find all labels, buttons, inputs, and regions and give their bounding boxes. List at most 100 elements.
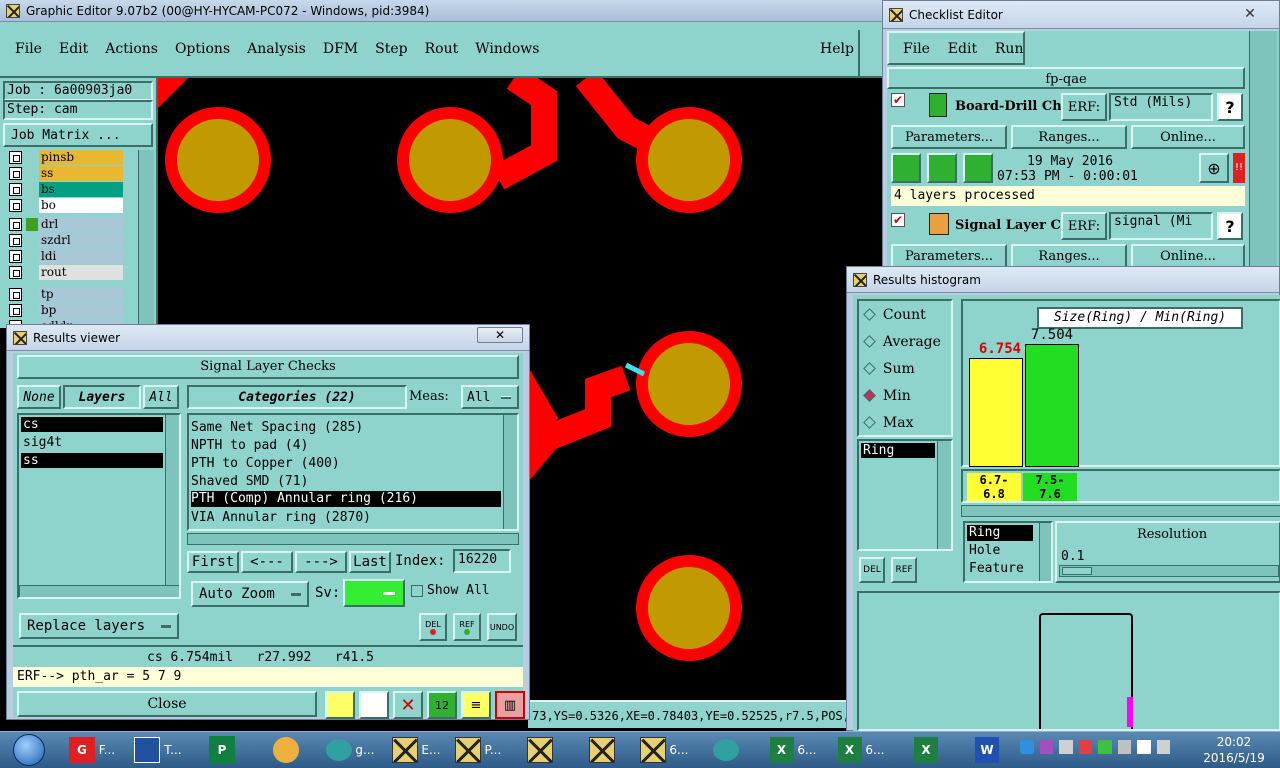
resolution-slider[interactable]: [1059, 565, 1279, 577]
job-matrix-button[interactable]: Job Matrix ...: [3, 123, 153, 147]
cl-menu-run[interactable]: Run: [995, 41, 1024, 57]
result-layer-sig4t[interactable]: sig4t: [23, 435, 62, 450]
tray-icon[interactable]: [1078, 740, 1092, 754]
layer-row-ss[interactable]: ss: [9, 166, 123, 181]
check2-help-button[interactable]: ?: [1217, 212, 1243, 240]
check2-online-button[interactable]: Online...: [1131, 244, 1245, 268]
check2-erf-button[interactable]: ERF:: [1061, 212, 1107, 240]
taskbar-item[interactable]: X 6...: [828, 731, 894, 768]
taskbar-item[interactable]: 6...: [634, 731, 694, 768]
chart-h-scrollbar[interactable]: [961, 505, 1280, 517]
zoom-in-icon[interactable]: ⊕: [1199, 153, 1229, 183]
layer-row-drl[interactable]: drl: [9, 217, 123, 232]
attr-list-scrollbar[interactable]: [937, 441, 951, 549]
menu-step[interactable]: Step: [375, 41, 407, 57]
report-icon[interactable]: ≡: [461, 691, 491, 719]
checklist-scrollbar[interactable]: [1249, 31, 1277, 269]
flag-icon[interactable]: [325, 691, 355, 719]
check2-checkbox[interactable]: ✔: [891, 213, 905, 227]
layer-row-bp[interactable]: bp: [9, 303, 123, 318]
taskbar-item[interactable]: [572, 731, 632, 768]
ref-button[interactable]: REF: [453, 613, 481, 641]
category-item-selected[interactable]: PTH (Comp) Annular ring (216): [191, 491, 501, 507]
radio-sum[interactable]: Sum: [863, 361, 915, 377]
menu-windows[interactable]: Windows: [475, 41, 539, 57]
menu-rout[interactable]: Rout: [425, 41, 459, 57]
next-button[interactable]: --->: [295, 551, 347, 573]
layer-row-pinsb[interactable]: pinsb: [9, 150, 123, 165]
check1-help-button[interactable]: ?: [1217, 93, 1243, 121]
del-button[interactable]: DEL: [419, 613, 447, 641]
menu-edit[interactable]: Edit: [59, 41, 88, 57]
categories-tab[interactable]: Categories (22): [187, 385, 407, 409]
menu-analysis[interactable]: Analysis: [247, 41, 306, 57]
menu-actions[interactable]: Actions: [105, 41, 158, 57]
check2-ranges-button[interactable]: Ranges...: [1011, 244, 1127, 268]
category-item[interactable]: NPTH to pad (4): [191, 437, 308, 455]
histogram-bar[interactable]: [1025, 344, 1079, 467]
histogram-icon[interactable]: ▥: [495, 691, 525, 719]
taskbar-item[interactable]: [256, 731, 316, 768]
radio-count[interactable]: Count: [863, 307, 926, 323]
check1-params-button[interactable]: Parameters...: [891, 125, 1007, 149]
category-item[interactable]: VIA Annular ring (2870): [191, 509, 371, 527]
taskbar-item[interactable]: W: [962, 731, 1012, 768]
last-button[interactable]: Last: [349, 551, 391, 573]
delete-result-icon[interactable]: ✕: [393, 691, 423, 719]
network-icon[interactable]: [1156, 740, 1170, 754]
start-button[interactable]: [4, 731, 54, 768]
tray-icon[interactable]: [1117, 740, 1131, 754]
attr2-item-hole[interactable]: Hole: [969, 543, 1000, 558]
radio-max[interactable]: Max: [863, 415, 913, 431]
layer-row-szdrl[interactable]: szdrl: [9, 233, 123, 248]
hist-ref-button[interactable]: REF: [891, 557, 917, 583]
taskbar-item[interactable]: [696, 731, 756, 768]
check1-erf-button[interactable]: ERF:: [1061, 93, 1107, 121]
taskbar-item[interactable]: T...: [126, 731, 190, 768]
numbering-icon[interactable]: 12: [427, 691, 457, 719]
radio-min[interactable]: Min: [863, 388, 911, 404]
attr2-item-ring[interactable]: Ring: [967, 525, 1033, 541]
taskbar-item[interactable]: G F...: [60, 731, 124, 768]
close-icon[interactable]: ✕: [1241, 6, 1259, 22]
show-all-checkbox[interactable]: [411, 585, 423, 597]
index-input[interactable]: 16220: [453, 549, 511, 573]
layer-list-scrollbar[interactable]: [165, 415, 179, 587]
tray-icon[interactable]: [1098, 740, 1112, 754]
layers-all-button[interactable]: All: [143, 385, 179, 409]
layers-none-button[interactable]: None: [17, 385, 61, 409]
layer-row-tp[interactable]: tp: [9, 287, 123, 302]
layer-row-ldi[interactable]: ldi: [9, 249, 123, 264]
check1-online-button[interactable]: Online...: [1131, 125, 1245, 149]
result-layer-cs[interactable]: cs: [21, 417, 163, 432]
taskbar-item[interactable]: P: [192, 731, 252, 768]
check1-erf-field[interactable]: Std (Mils): [1109, 93, 1213, 121]
taskbar-item[interactable]: g...: [318, 731, 382, 768]
category-item[interactable]: Same Net Spacing (285): [191, 419, 363, 437]
category-scrollbar[interactable]: [503, 415, 517, 529]
attr2-scrollbar[interactable]: [1039, 523, 1051, 581]
layer-row-rout[interactable]: rout: [9, 265, 123, 280]
taskbar-item[interactable]: P...: [448, 731, 508, 768]
check1-checkbox[interactable]: ✔: [891, 93, 905, 107]
radio-average[interactable]: Average: [863, 334, 941, 350]
undo-button[interactable]: UNDO: [487, 613, 517, 641]
attr2-item-feature[interactable]: Feature: [969, 561, 1024, 576]
layer-row-bs[interactable]: bs: [9, 182, 123, 197]
run-icon[interactable]: [891, 153, 921, 183]
check1-ranges-button[interactable]: Ranges...: [1011, 125, 1127, 149]
meas-dropdown[interactable]: All: [461, 385, 519, 409]
auto-zoom-dropdown[interactable]: Auto Zoom: [191, 581, 309, 607]
tray-icon[interactable]: [1059, 740, 1073, 754]
menu-help[interactable]: Help: [820, 41, 854, 57]
category-hscrollbar[interactable]: [187, 533, 519, 545]
close-icon[interactable]: ✕: [477, 327, 523, 343]
menu-dfm[interactable]: DFM: [323, 41, 358, 57]
result-layer-ss[interactable]: ss: [21, 453, 163, 468]
volume-icon[interactable]: [1137, 740, 1151, 754]
hist-del-button[interactable]: DEL: [859, 557, 885, 583]
taskbar-item[interactable]: E...: [386, 731, 446, 768]
histogram-bar[interactable]: [969, 358, 1023, 467]
tray-icon[interactable]: [1039, 740, 1053, 754]
layers-tab[interactable]: Layers: [63, 385, 141, 409]
